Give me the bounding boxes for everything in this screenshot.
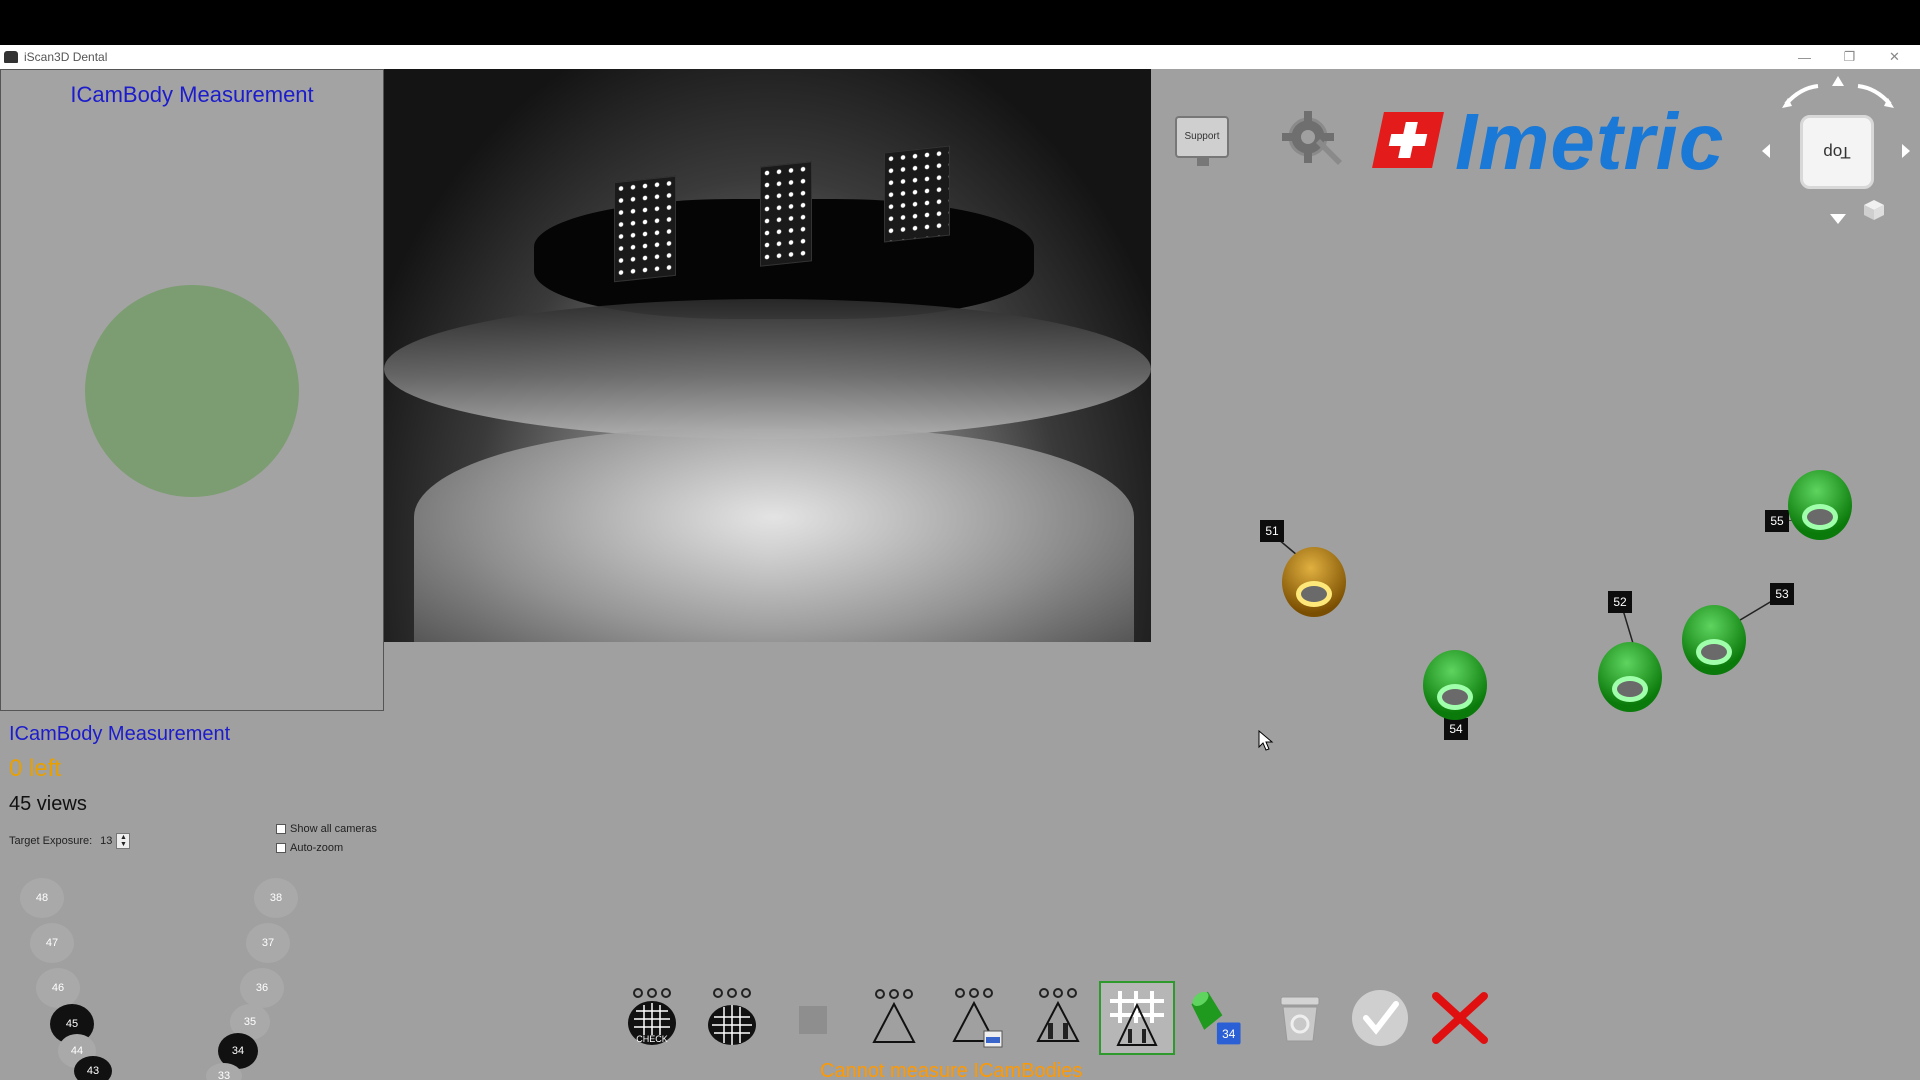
- measurement-status-panel: ICamBody Measurement 0 left 45 views Tar…: [0, 711, 384, 1080]
- triangle-cameras-icon: [872, 989, 916, 1043]
- implant-ring: [1437, 684, 1473, 710]
- triangle-document-icon: [952, 988, 1003, 1048]
- preview-title: ICamBody Measurement: [70, 82, 314, 107]
- checkbox-box[interactable]: [276, 824, 286, 834]
- home-view-button[interactable]: [1862, 198, 1886, 222]
- accept-button[interactable]: [1350, 985, 1410, 1051]
- tooth-47[interactable]: 47: [30, 923, 74, 963]
- grid-triangle-icon: [1110, 991, 1164, 1046]
- cursor-icon: [1258, 730, 1274, 751]
- brand-logo-text: Imetric: [1455, 97, 1725, 186]
- implant-53[interactable]: [1682, 605, 1746, 675]
- camera-view: [384, 69, 1151, 642]
- restore-button[interactable]: ❐: [1827, 45, 1872, 69]
- implant-ring: [1696, 639, 1732, 665]
- navigation-cube[interactable]: Top: [1800, 115, 1874, 189]
- rotate-arrows-icon: [1782, 76, 1894, 108]
- tooth-48[interactable]: 48: [20, 878, 64, 918]
- triangle-bodies-icon: [1036, 988, 1080, 1042]
- implant-ring: [1612, 676, 1648, 702]
- grid-scanner-icon: [708, 988, 756, 1045]
- tooth-38[interactable]: 38: [254, 878, 298, 918]
- recycle-bin-icon: [1280, 996, 1320, 1042]
- status-message: Cannot measure ICamBodies: [820, 1060, 1083, 1080]
- stop-button[interactable]: [783, 985, 843, 1051]
- green-cylinder-icon: 34: [1191, 991, 1241, 1045]
- target-exposure-control: Target Exposure: 13 ▲ ▼: [9, 833, 131, 849]
- check-grid-icon: CHECK: [628, 988, 676, 1045]
- implant-connector-lines: [1271, 520, 1820, 721]
- scan-marker: [760, 161, 812, 267]
- triangle-down-icon: [1830, 214, 1846, 224]
- gum-region: [414, 429, 1134, 642]
- remaining-count: 0 left: [9, 755, 62, 782]
- exposure-indicator-circle: [85, 285, 299, 497]
- red-x-icon: [1432, 992, 1488, 1044]
- views-count: 45 views: [9, 793, 87, 815]
- implant-55[interactable]: [1788, 470, 1852, 540]
- close-button[interactable]: ✕: [1872, 45, 1917, 69]
- svg-text:CHECK: CHECK: [636, 1034, 668, 1044]
- status-title: ICamBody Measurement: [9, 723, 231, 745]
- recycle-bin-button[interactable]: [1270, 985, 1330, 1051]
- scan-marker: [884, 145, 950, 243]
- implant-label-53: 53: [1770, 583, 1794, 605]
- mouse-cursor: [1258, 730, 1274, 752]
- svg-text:34: 34: [1222, 1027, 1236, 1041]
- triangle-right-icon: [1902, 144, 1910, 158]
- implant-51[interactable]: [1282, 547, 1346, 617]
- implant-54[interactable]: [1423, 650, 1487, 720]
- triangulate-bodies-button[interactable]: [1028, 985, 1088, 1051]
- app-icon: [4, 51, 18, 63]
- nav-rotate-arrows[interactable]: [1778, 74, 1898, 114]
- nav-down-arrow[interactable]: [1828, 212, 1848, 226]
- cancel-button[interactable]: [1430, 985, 1490, 1051]
- nav-left-arrow[interactable]: [1760, 142, 1772, 160]
- settings-tools-button[interactable]: [1280, 105, 1344, 169]
- triangulate-button[interactable]: [864, 985, 924, 1051]
- nav-right-arrow[interactable]: [1900, 142, 1912, 160]
- tooth-46[interactable]: 46: [36, 968, 80, 1008]
- implant-label-55: 55: [1765, 510, 1789, 532]
- icambody-button[interactable]: 34: [1186, 985, 1246, 1051]
- implant-ring: [1296, 581, 1332, 607]
- target-exposure-value[interactable]: 13: [100, 835, 112, 847]
- tooth-36[interactable]: 36: [240, 968, 284, 1008]
- implant-label-52: 52: [1608, 591, 1632, 613]
- auto-zoom-checkbox[interactable]: Auto-zoom: [276, 842, 343, 854]
- implant-label-54: 54: [1444, 718, 1468, 740]
- triangulate-export-button[interactable]: [946, 985, 1006, 1051]
- grid-triangulate-button[interactable]: [1099, 981, 1175, 1055]
- exposure-spinner[interactable]: ▲ ▼: [116, 833, 131, 849]
- implant-label-51: 51: [1260, 520, 1284, 542]
- implant-ring: [1802, 504, 1838, 530]
- target-exposure-label: Target Exposure:: [9, 835, 93, 847]
- lip-region: [384, 299, 1151, 439]
- measurement-preview-panel: ICamBody Measurement: [0, 69, 384, 711]
- support-button[interactable]: Support: [1175, 116, 1229, 166]
- gear-wrench-icon: [1282, 111, 1342, 165]
- show-all-cameras-checkbox[interactable]: Show all cameras: [276, 823, 377, 835]
- implant-52[interactable]: [1598, 642, 1662, 712]
- stop-square-icon: [799, 1006, 827, 1034]
- cube-icon: [1864, 200, 1884, 220]
- window-titlebar: iScan3D Dental — ❐ ✕: [0, 45, 1920, 69]
- auto-zoom-label: Auto-zoom: [290, 842, 344, 854]
- checkmark-icon: [1352, 990, 1408, 1046]
- tooth-43[interactable]: 43: [74, 1056, 112, 1080]
- brand-logo-cross: [1372, 112, 1444, 168]
- top-black-bar: [0, 0, 1920, 45]
- minimize-button[interactable]: —: [1782, 45, 1827, 69]
- show-all-cameras-label: Show all cameras: [290, 823, 377, 835]
- window-title: iScan3D Dental: [24, 50, 108, 64]
- checkbox-box[interactable]: [276, 843, 286, 853]
- tooth-37[interactable]: 37: [246, 923, 290, 963]
- scan-grid-button[interactable]: [702, 985, 762, 1051]
- triangle-left-icon: [1762, 144, 1770, 158]
- check-scan-button[interactable]: CHECK: [622, 985, 682, 1051]
- scan-marker: [614, 175, 676, 283]
